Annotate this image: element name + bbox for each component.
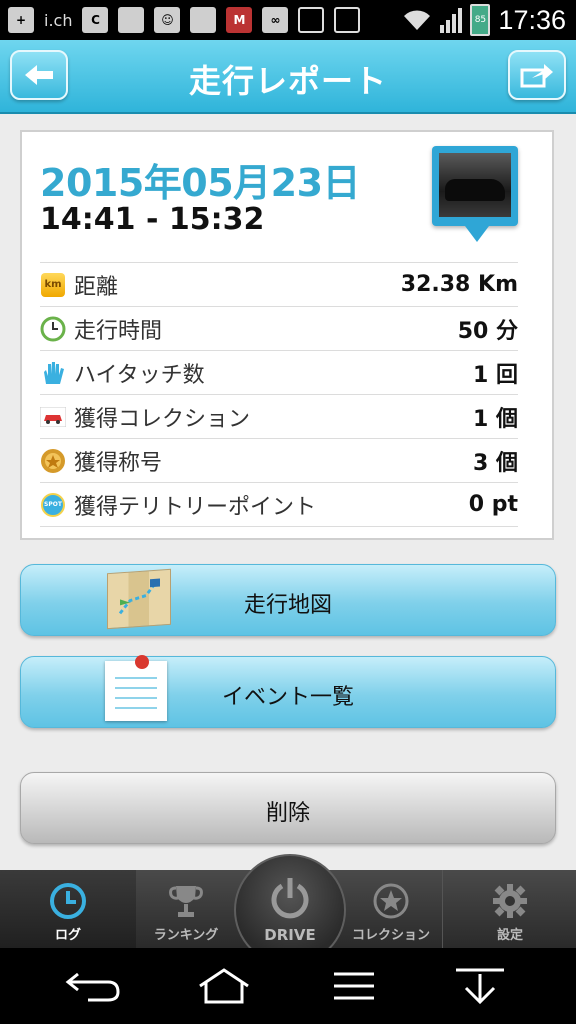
nav-label: ランキング: [153, 928, 219, 943]
gear-icon: [491, 882, 529, 924]
nav-tab-settings[interactable]: 設定: [442, 870, 576, 948]
c-icon: C: [82, 7, 109, 33]
nav-label: コレクション: [351, 928, 430, 943]
star-icon: [372, 882, 410, 924]
delete-button[interactable]: 削除: [20, 772, 556, 844]
system-home-button[interactable]: [194, 966, 254, 1006]
nav-label: DRIVE: [264, 926, 316, 944]
nav-tab-collection[interactable]: コレクション: [342, 870, 440, 948]
nav-tab-log[interactable]: ログ: [0, 870, 136, 948]
vibrate-icon: [334, 7, 361, 33]
ichannel-icon: i.ch: [44, 10, 73, 30]
share-icon: [520, 64, 553, 88]
car-photo-thumbnail[interactable]: [432, 146, 518, 242]
stat-value: 32.38 Km: [400, 272, 518, 297]
stat-row-territory: SPOT 獲得テリトリーポイント 0 pt: [40, 482, 518, 527]
hi-touch-icon: [40, 360, 66, 386]
stat-value: 50 分: [457, 318, 518, 344]
android-icon: [298, 7, 325, 33]
car-photo: [439, 153, 511, 217]
stat-row-hi-touch: ハイタッチ数 1 回: [40, 350, 518, 394]
km-icon: km: [40, 272, 66, 298]
medal-icon: [40, 448, 66, 474]
mcafee-icon: M: [226, 7, 253, 33]
stat-row-collection: 獲得コレクション 1 個: [40, 394, 518, 438]
app-header: 走行レポート: [0, 40, 576, 114]
stat-label: 獲得称号: [74, 450, 163, 476]
drive-map-label: 走行地図: [243, 593, 332, 618]
stats-list: km 距離 32.38 Km 走行時間 50 分 ハイタッチ数 1 回 獲得コレ…: [40, 262, 518, 527]
hide-keyboard-icon: [456, 968, 504, 1005]
system-back-button[interactable]: [64, 966, 124, 1006]
clock-icon: [49, 882, 87, 924]
status-bar: + i.ch C ☺ M ∞ 85 17:36: [0, 0, 576, 40]
stat-row-drive-time: 走行時間 50 分: [40, 306, 518, 350]
nav-label: ログ: [54, 928, 81, 943]
report-card: 2015年05月23日 14:41 - 15:32 km 距離 32.38 Km…: [20, 130, 554, 540]
stat-label: 距離: [74, 274, 119, 300]
smile-icon: ☺: [154, 7, 181, 33]
stat-row-distance: km 距離 32.38 Km: [40, 262, 518, 306]
add-icon: +: [8, 7, 34, 33]
blank-icon: [118, 7, 145, 33]
stat-value: 0 pt: [468, 492, 518, 517]
blank-icon: [190, 7, 217, 33]
nav-tab-ranking[interactable]: ランキング: [136, 870, 236, 948]
stat-value: 3 個: [473, 450, 518, 476]
car-collection-icon: [40, 404, 66, 430]
back-icon: [65, 972, 120, 1002]
stat-label: 走行時間: [74, 318, 163, 344]
pin-pointer: [465, 226, 489, 242]
notification-icons: + i.ch C ☺ M ∞: [8, 6, 361, 34]
system-nav-bar: [0, 948, 576, 1024]
system-menu-button[interactable]: [324, 966, 384, 1006]
stat-label: 獲得テリトリーポイント: [74, 494, 317, 520]
wifi-icon: [404, 10, 431, 30]
clock-icon: [40, 316, 66, 342]
page-title: 走行レポート: [188, 62, 387, 100]
home-icon: [199, 968, 249, 1004]
power-icon: [268, 876, 312, 924]
event-list-button[interactable]: イベント一覧: [20, 655, 556, 728]
stat-value: 1 回: [473, 362, 518, 388]
signal-icon: [440, 7, 463, 33]
event-list-label: イベント一覧: [221, 685, 354, 710]
battery-icon: 85: [470, 4, 491, 36]
menu-icon: [334, 972, 374, 1000]
report-date: 2015年05月23日: [40, 161, 361, 205]
spot-icon: SPOT: [40, 492, 66, 518]
report-time-range: 14:41 - 15:32: [40, 202, 265, 237]
clock-time: 17:36: [498, 4, 566, 35]
trophy-icon: [167, 882, 205, 924]
drive-map-button[interactable]: 走行地図: [20, 564, 556, 636]
stat-row-titles: 獲得称号 3 個: [40, 438, 518, 482]
voicemail-icon: ∞: [262, 7, 289, 33]
stat-label: 獲得コレクション: [74, 406, 251, 432]
bottom-nav: ログ ランキング DRIVE コレクション 設定: [0, 854, 576, 966]
nav-label: 設定: [496, 928, 523, 943]
stat-label: ハイタッチ数: [74, 362, 205, 388]
stat-value: 1 個: [473, 406, 518, 432]
share-button[interactable]: [508, 50, 566, 100]
system-hide-button[interactable]: [450, 966, 510, 1006]
delete-label: 削除: [265, 801, 310, 826]
